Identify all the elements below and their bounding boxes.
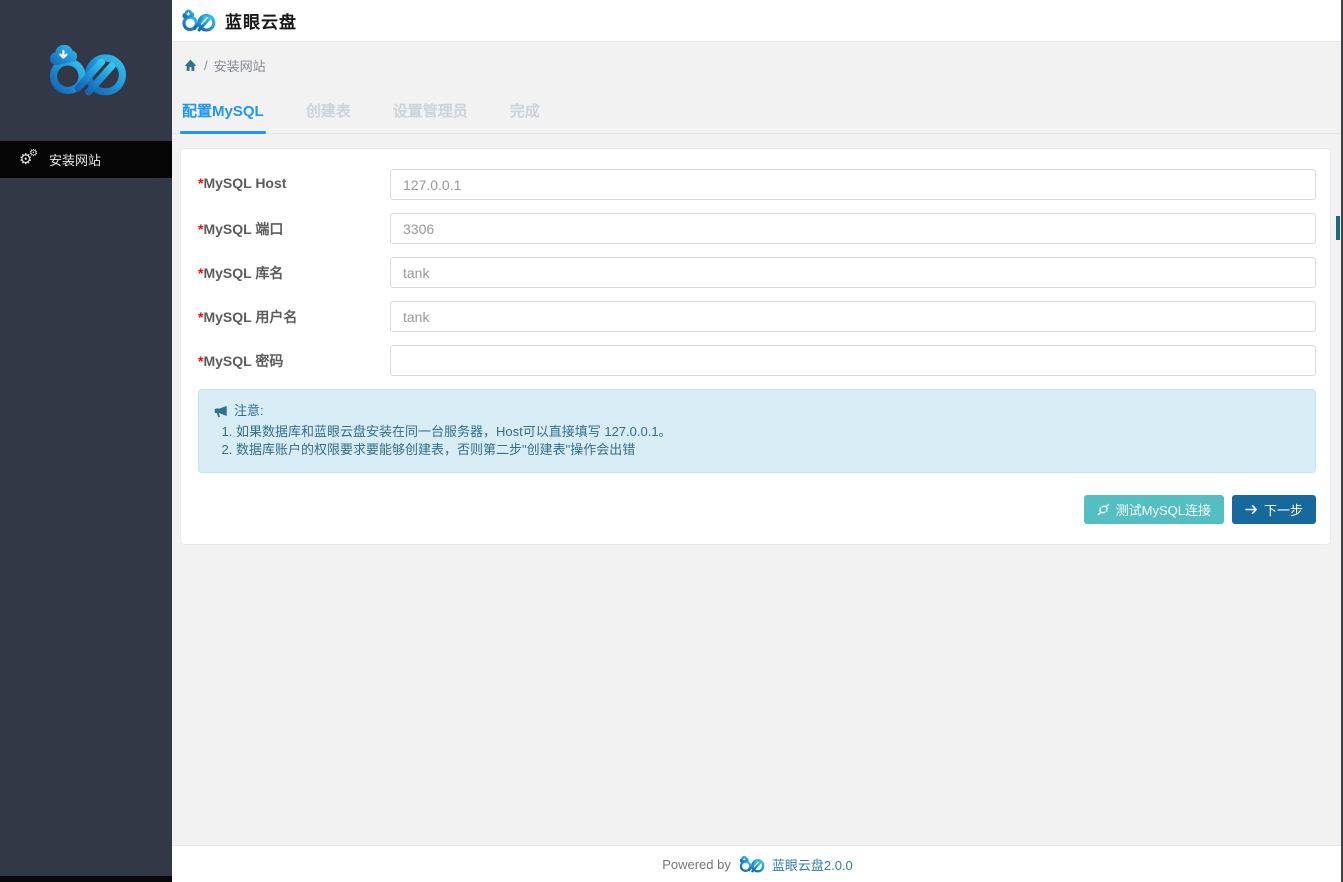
topbar: 蓝眼云盘 bbox=[172, 0, 1343, 42]
mysql-dbname-label: *MySQL 库名 bbox=[198, 257, 390, 283]
breadcrumb-current: 安装网站 bbox=[214, 56, 266, 75]
breadcrumb: / 安装网站 bbox=[172, 42, 1343, 88]
main-area: 蓝眼云盘 / 安装网站 配置MySQL 创建表 设置管理员 完成 *MySQL … bbox=[172, 0, 1343, 882]
mysql-username-label: *MySQL 用户名 bbox=[198, 301, 390, 327]
notice-list: 如果数据库和蓝眼云盘安装在同一台服务器，Host可以直接填写 127.0.0.1… bbox=[214, 423, 1300, 459]
form-row-dbname: *MySQL 库名 bbox=[198, 257, 1316, 288]
notice-item: 数据库账户的权限要求要能够创建表，否则第二步"创建表"操作会出错 bbox=[236, 441, 1300, 459]
next-button-label: 下一步 bbox=[1264, 500, 1303, 519]
tab-set-admin[interactable]: 设置管理员 bbox=[391, 88, 470, 133]
form-row-username: *MySQL 用户名 bbox=[198, 301, 1316, 332]
header-logo-icon[interactable] bbox=[180, 9, 216, 33]
bullhorn-icon bbox=[214, 405, 228, 418]
tab-configure-mysql[interactable]: 配置MySQL bbox=[180, 88, 266, 133]
arrow-right-icon bbox=[1245, 504, 1258, 515]
wizard-tabs: 配置MySQL 创建表 设置管理员 完成 bbox=[172, 88, 1343, 134]
notice-title: 注意: bbox=[234, 402, 264, 420]
mysql-host-input[interactable] bbox=[390, 169, 1316, 200]
tab-create-tables[interactable]: 创建表 bbox=[304, 88, 353, 133]
version-link[interactable]: 蓝眼云盘2.0.0 bbox=[772, 855, 853, 874]
sidebar-item-install-site[interactable]: ⚙⚙ 安装网站 bbox=[0, 141, 172, 178]
footer-logo-icon bbox=[738, 856, 765, 873]
form-row-host: *MySQL Host bbox=[198, 169, 1316, 200]
footer: Powered by 蓝眼云盘2.0.0 bbox=[172, 845, 1343, 882]
notice-title-row: 注意: bbox=[214, 402, 1300, 420]
notice-item: 如果数据库和蓝眼云盘安装在同一台服务器，Host可以直接填写 127.0.0.1… bbox=[236, 423, 1300, 441]
mysql-password-label: *MySQL 密码 bbox=[198, 345, 390, 371]
sidebar-logo[interactable] bbox=[0, 0, 172, 141]
plug-api-icon bbox=[1097, 503, 1110, 516]
cogs-icon: ⚙⚙ bbox=[20, 152, 38, 168]
sidebar-bottom-strip bbox=[0, 876, 172, 882]
page-title: 蓝眼云盘 bbox=[225, 8, 297, 33]
mysql-config-card: *MySQL Host *MySQL 端口 *MySQL 库名 *MySQL 用… bbox=[180, 148, 1331, 545]
mysql-dbname-input[interactable] bbox=[390, 257, 1316, 288]
scrollbar-thumb[interactable] bbox=[1336, 216, 1340, 240]
breadcrumb-separator: / bbox=[204, 58, 208, 73]
mysql-port-input[interactable] bbox=[390, 213, 1316, 244]
test-mysql-connection-button[interactable]: 测试MySQL连接 bbox=[1084, 495, 1224, 524]
form-actions: 测试MySQL连接 下一步 bbox=[198, 495, 1316, 524]
mysql-port-label: *MySQL 端口 bbox=[198, 213, 390, 239]
next-step-button[interactable]: 下一步 bbox=[1232, 495, 1316, 524]
sidebar-item-label: 安装网站 bbox=[49, 150, 101, 169]
mysql-password-input[interactable] bbox=[390, 345, 1316, 376]
test-button-label: 测试MySQL连接 bbox=[1116, 500, 1211, 519]
sidebar: ⚙⚙ 安装网站 bbox=[0, 0, 172, 876]
mysql-username-input[interactable] bbox=[390, 301, 1316, 332]
tab-finish[interactable]: 完成 bbox=[508, 88, 542, 133]
mysql-host-label: *MySQL Host bbox=[198, 169, 390, 191]
powered-by-text: Powered by bbox=[662, 857, 731, 872]
notice-box: 注意: 如果数据库和蓝眼云盘安装在同一台服务器，Host可以直接填写 127.0… bbox=[198, 389, 1316, 473]
home-icon[interactable] bbox=[183, 58, 198, 72]
form-row-port: *MySQL 端口 bbox=[198, 213, 1316, 244]
infinity-cloud-logo-icon bbox=[44, 45, 128, 97]
form-row-password: *MySQL 密码 bbox=[198, 345, 1316, 376]
